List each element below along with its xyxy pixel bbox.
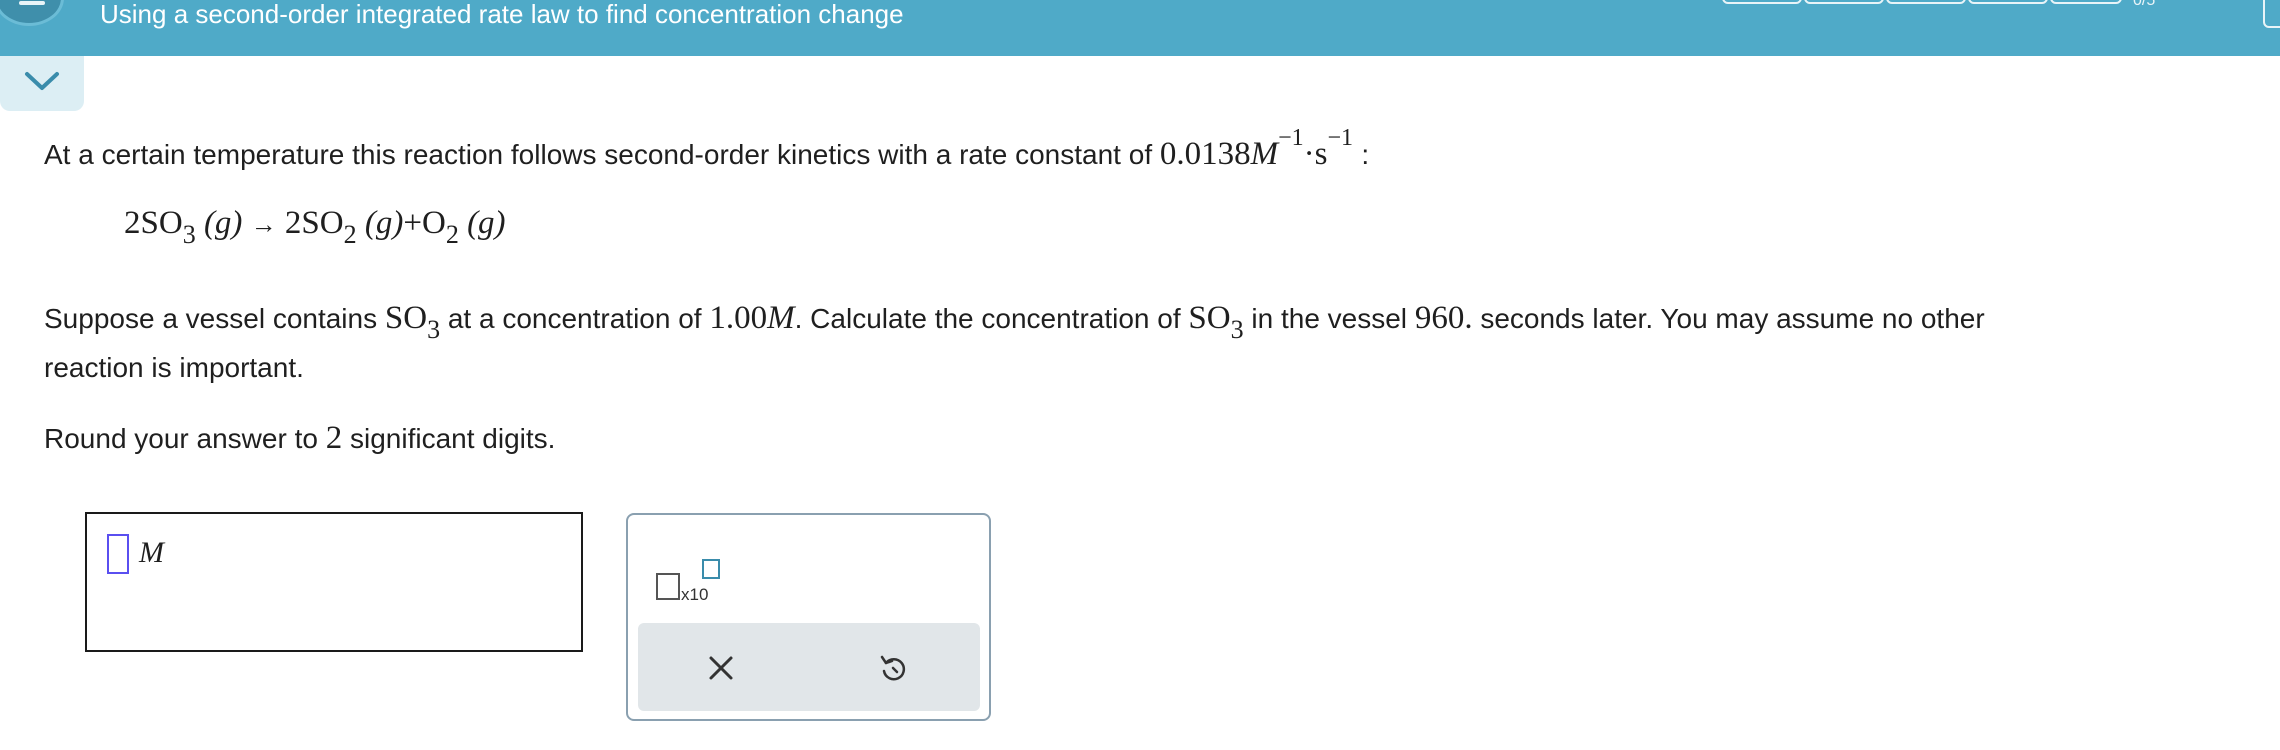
formula-text: SO — [384, 300, 428, 336]
rate-exponent: −1 — [1278, 125, 1304, 151]
x-icon — [709, 656, 733, 680]
progress-segment — [1804, 0, 1884, 4]
text: in the vessel — [1251, 303, 1408, 334]
action-bar — [638, 623, 980, 711]
text: Round your answer to — [44, 423, 318, 454]
progress-segment — [2050, 0, 2122, 4]
plus-sign: + — [403, 205, 422, 241]
rate-unit-s: ·s — [1303, 136, 1328, 172]
page-title: Using a second-order integrated rate law… — [100, 0, 904, 29]
menu-button[interactable] — [0, 0, 64, 26]
progress-segment — [1886, 0, 1966, 4]
scientific-notation-button[interactable]: x10 — [656, 545, 726, 605]
clear-button[interactable] — [704, 651, 738, 685]
product: O — [421, 205, 446, 241]
reactant: 2SO — [124, 205, 183, 241]
time-value: 960. — [1414, 300, 1473, 336]
text: seconds later. You may assume no other — [1480, 303, 1985, 334]
subscript: 3 — [427, 315, 441, 344]
intro-text: At a certain temperature this reaction f… — [44, 139, 1153, 170]
progress-segment — [1968, 0, 2048, 4]
menu-icon — [19, 1, 45, 5]
collapse-button[interactable] — [0, 56, 84, 111]
concentration: 1.00M — [709, 300, 794, 336]
rate-value: 0.0138 — [1159, 136, 1251, 172]
problem-paragraph-line2: reaction is important. — [44, 352, 304, 383]
answer-unit: M — [139, 536, 164, 569]
digit-count: 2 — [325, 420, 343, 456]
phase-label: (g) — [203, 205, 243, 241]
conc-value: 1.00 — [709, 300, 768, 336]
input-cursor[interactable] — [107, 534, 129, 574]
sci-label: x10 — [681, 585, 709, 604]
subscript: 2 — [445, 220, 459, 249]
colon: : — [1361, 139, 1370, 170]
rate-unit-m: M — [1250, 136, 1279, 172]
undo-icon — [880, 655, 906, 681]
top-bar: Using a second-order integrated rate law… — [0, 0, 2280, 56]
reaction-equation: 2SO3 (g) → 2SO2 (g)+O2 (g) — [124, 205, 506, 249]
reaction-arrow: → — [250, 210, 277, 239]
text: . Calculate the concentration of — [794, 303, 1181, 334]
answer-input[interactable]: M — [85, 512, 583, 652]
product: 2SO — [284, 205, 344, 241]
subscript: 3 — [182, 220, 196, 249]
rate-exponent: −1 — [1327, 125, 1354, 151]
chevron-down-icon — [25, 72, 59, 90]
rounding-instruction: Round your answer to 2 significant digit… — [44, 420, 555, 457]
text: significant digits. — [350, 423, 556, 454]
rate-constant: 0.0138M−1·s−1 — [1159, 125, 1361, 172]
subscript: 2 — [343, 220, 357, 249]
formula-text: SO — [1188, 300, 1231, 336]
phase-label: (g) — [467, 205, 506, 241]
subscript: 3 — [1230, 315, 1244, 344]
progress-count: 0/5 — [2133, 0, 2156, 9]
exponent-box-icon — [702, 559, 720, 579]
undo-button[interactable] — [876, 651, 910, 685]
mantissa-box-icon — [656, 573, 680, 600]
text: at a concentration of — [447, 303, 702, 334]
problem-paragraph: Suppose a vessel contains SO3 at a conce… — [44, 300, 1985, 344]
formula: SO3 — [1188, 300, 1243, 344]
conc-unit: M — [767, 300, 795, 336]
formula: SO3 — [384, 300, 440, 344]
phase-label: (g) — [364, 205, 404, 241]
progress-segment — [1722, 0, 1802, 4]
header-menu-button[interactable] — [2263, 0, 2280, 28]
text: Suppose a vessel contains — [44, 303, 378, 334]
math-palette: x10 — [626, 513, 991, 721]
problem-intro: At a certain temperature this reaction f… — [44, 125, 1370, 173]
